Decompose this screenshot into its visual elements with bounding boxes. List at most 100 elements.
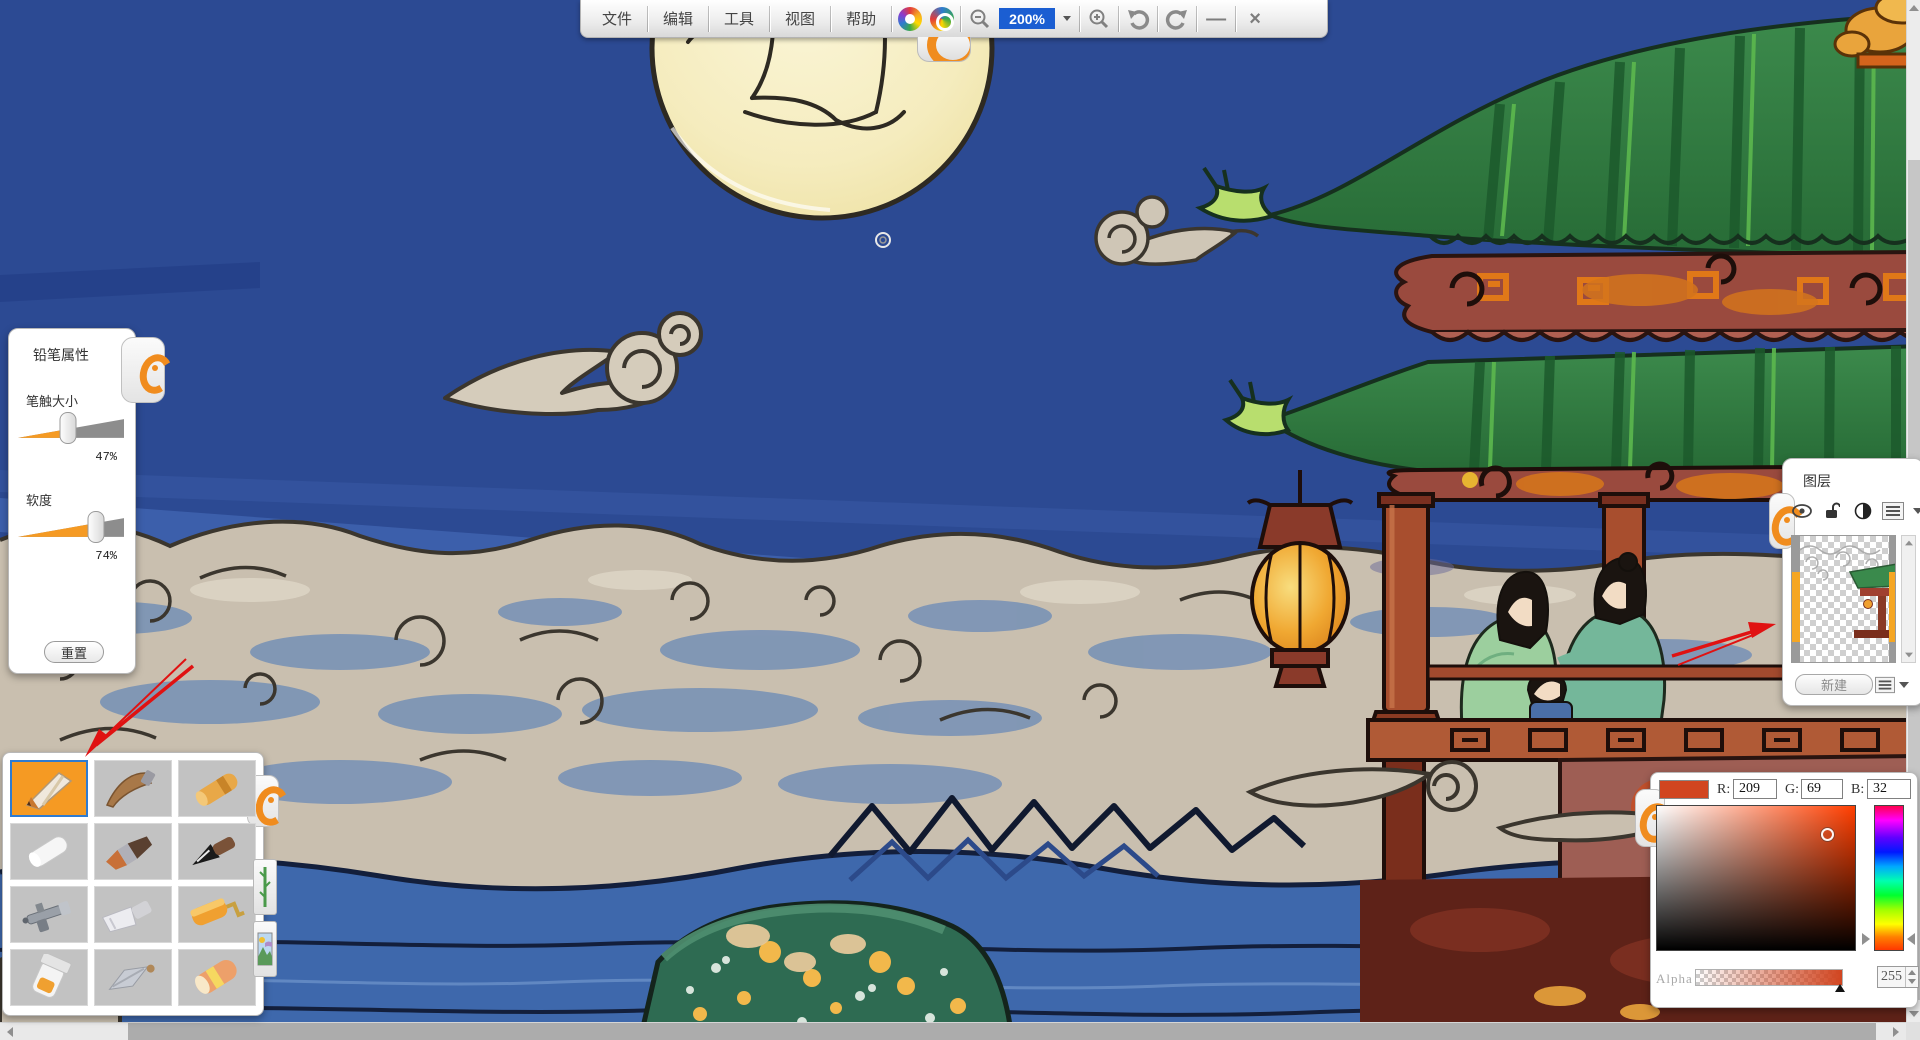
layer-menu-button[interactable] bbox=[1882, 502, 1904, 520]
half-circle-icon bbox=[1854, 502, 1872, 520]
menu-file[interactable]: 文件 bbox=[589, 2, 645, 35]
tool-wooden-brush[interactable] bbox=[94, 760, 172, 817]
reset-button[interactable]: 重置 bbox=[44, 641, 104, 663]
g-input[interactable] bbox=[1801, 779, 1843, 799]
colorful-face-logo-icon[interactable] bbox=[898, 7, 922, 31]
minimize-icon: — bbox=[1206, 9, 1226, 29]
alpha-slider-marker[interactable] bbox=[1835, 984, 1845, 992]
tool-ink-brush[interactable] bbox=[178, 823, 256, 880]
softness-slider[interactable] bbox=[18, 515, 124, 541]
toolbar-separator bbox=[960, 6, 961, 32]
horizontal-scroll-thumb[interactable] bbox=[128, 1023, 1876, 1040]
zoom-out-button[interactable] bbox=[963, 4, 997, 34]
toolbar-separator bbox=[1196, 6, 1197, 32]
softness-value: 74% bbox=[9, 549, 117, 563]
layer-thumbnail[interactable] bbox=[1791, 535, 1896, 663]
zoom-out-icon bbox=[969, 8, 991, 30]
toolbar-separator bbox=[891, 6, 892, 32]
layer-visibility-button[interactable] bbox=[1791, 501, 1812, 521]
new-layer-button[interactable]: 新建 bbox=[1795, 674, 1873, 695]
bamboo-stamps-tab[interactable] bbox=[253, 859, 277, 915]
color-field-cursor[interactable] bbox=[1821, 828, 1834, 841]
tool-pencil[interactable] bbox=[10, 760, 88, 817]
tool-crayon[interactable] bbox=[178, 760, 256, 817]
saturation-value-field[interactable] bbox=[1656, 805, 1856, 951]
menu-view[interactable]: 视图 bbox=[772, 2, 828, 35]
brush-size-label: 笔触大小 bbox=[26, 391, 135, 410]
scroll-left-button[interactable] bbox=[0, 1023, 20, 1040]
current-color-swatch[interactable] bbox=[1659, 780, 1709, 799]
softness-slider-thumb[interactable] bbox=[88, 511, 105, 543]
r-input[interactable] bbox=[1733, 779, 1777, 799]
tool-palette-knife[interactable] bbox=[94, 949, 172, 1006]
zoom-level-value[interactable]: 200% bbox=[999, 8, 1055, 29]
alpha-increment-arrow[interactable] bbox=[1908, 970, 1916, 975]
tool-paint-roller[interactable] bbox=[178, 886, 256, 943]
tool-paint-bottle[interactable] bbox=[10, 949, 88, 1006]
layer-blend-button[interactable] bbox=[1852, 501, 1873, 521]
scroll-right-button[interactable] bbox=[1886, 1023, 1906, 1040]
crayon-icon bbox=[185, 765, 249, 813]
softness-label: 软度 bbox=[26, 490, 135, 509]
palette-knife-icon bbox=[101, 954, 165, 1002]
scrollbar-corner bbox=[1906, 1022, 1920, 1040]
menu-tools[interactable]: 工具 bbox=[711, 2, 767, 35]
layers-options-button[interactable] bbox=[1875, 677, 1895, 693]
layer-lock-button[interactable] bbox=[1821, 501, 1842, 521]
menu-edit[interactable]: 编辑 bbox=[650, 2, 706, 35]
scroll-up-button[interactable] bbox=[1907, 0, 1920, 16]
main-toolbar: 文件 编辑 工具 视图 帮助 200% bbox=[580, 0, 1328, 38]
g-label: G: bbox=[1785, 782, 1799, 798]
alpha-value: 255 bbox=[1878, 967, 1905, 987]
toolbar-separator bbox=[769, 6, 770, 32]
paint-roller-icon bbox=[185, 891, 249, 939]
panel-title: 铅笔属性 bbox=[33, 345, 135, 365]
hue-marker-left[interactable] bbox=[1862, 933, 1870, 945]
layers-scrollbar[interactable] bbox=[1901, 535, 1916, 663]
layer-menu-dropdown-arrow[interactable] bbox=[1913, 508, 1920, 514]
menu-help[interactable]: 帮助 bbox=[833, 2, 889, 35]
tool-airbrush[interactable] bbox=[10, 886, 88, 943]
color-picker-panel: R: G: B: Alpha 255 bbox=[1650, 772, 1918, 1008]
toolbar-drag-handle[interactable] bbox=[917, 37, 971, 62]
toolbar-separator bbox=[647, 6, 648, 32]
brush-size-slider[interactable] bbox=[18, 416, 124, 442]
b-input[interactable] bbox=[1867, 779, 1911, 799]
close-icon: × bbox=[1249, 9, 1261, 29]
layers-scroll-up[interactable] bbox=[1902, 536, 1915, 550]
scroll-down-button[interactable] bbox=[1907, 1006, 1920, 1022]
pencil-icon bbox=[17, 765, 81, 813]
undo-button[interactable] bbox=[1121, 4, 1155, 34]
toolbar-separator bbox=[1118, 6, 1119, 32]
drawing-canvas[interactable] bbox=[0, 0, 1920, 1040]
hue-marker-right[interactable] bbox=[1907, 933, 1915, 945]
layers-panel: 图层 bbox=[1782, 458, 1920, 706]
zoom-dropdown-arrow[interactable] bbox=[1063, 16, 1071, 21]
zoom-in-button[interactable] bbox=[1082, 4, 1116, 34]
b-label: B: bbox=[1851, 782, 1864, 798]
paintbrush-icon bbox=[101, 828, 165, 876]
close-button[interactable]: × bbox=[1238, 4, 1272, 34]
alpha-slider[interactable] bbox=[1695, 969, 1843, 986]
redo-icon bbox=[1165, 8, 1189, 30]
layers-scroll-down[interactable] bbox=[1902, 648, 1915, 662]
picture-stamps-tab[interactable] bbox=[253, 921, 277, 977]
hue-bar[interactable] bbox=[1874, 805, 1904, 951]
alpha-spinner[interactable]: 255 bbox=[1877, 966, 1919, 988]
alpha-decrement-arrow[interactable] bbox=[1908, 979, 1916, 984]
tool-chalk[interactable] bbox=[10, 823, 88, 880]
tool-eraser[interactable] bbox=[178, 949, 256, 1006]
layers-title: 图层 bbox=[1803, 471, 1920, 491]
toolbar-separator bbox=[830, 6, 831, 32]
layers-options-dropdown-arrow[interactable] bbox=[1899, 682, 1909, 688]
colorful-ring-logo-icon[interactable] bbox=[930, 7, 954, 31]
wooden-brush-icon bbox=[101, 765, 165, 813]
panel-handle-icon bbox=[1772, 506, 1792, 536]
chalk-icon bbox=[17, 828, 81, 876]
brush-size-slider-thumb[interactable] bbox=[59, 412, 76, 444]
minimize-button[interactable]: — bbox=[1199, 4, 1233, 34]
redo-button[interactable] bbox=[1160, 4, 1194, 34]
tool-paintbrush[interactable] bbox=[94, 823, 172, 880]
tool-flat-brush[interactable] bbox=[94, 886, 172, 943]
horizontal-scrollbar[interactable] bbox=[0, 1022, 1906, 1040]
